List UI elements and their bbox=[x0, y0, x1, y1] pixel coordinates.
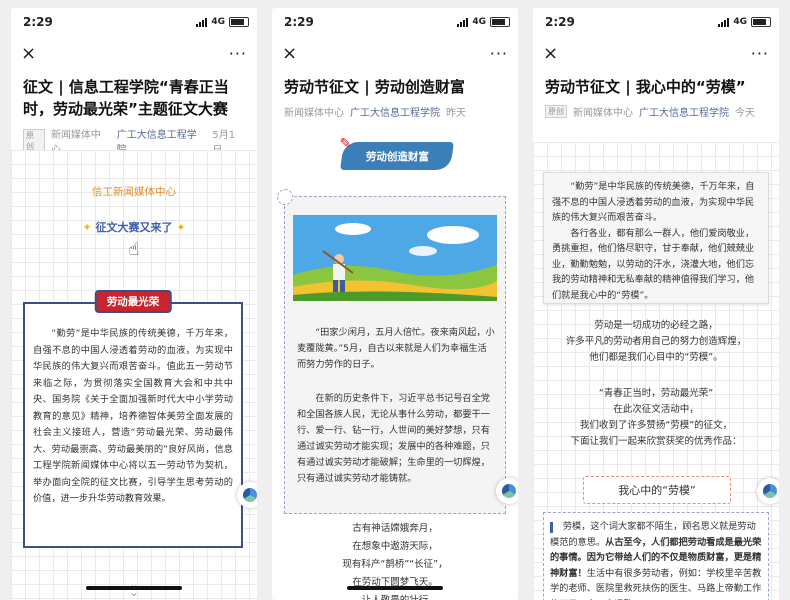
floating-assistant-button[interactable] bbox=[496, 478, 518, 504]
clap-icon: ✦ bbox=[176, 221, 186, 234]
center-line: 劳动是一切成功的必经之路， bbox=[594, 320, 718, 331]
center-line: 他们都是我们心目中的“劳模”。 bbox=[589, 352, 723, 363]
signal-icon bbox=[196, 17, 208, 27]
network-label: 4G bbox=[211, 17, 225, 27]
section-heading: 我心中的“劳模” bbox=[583, 476, 731, 504]
intro-card: “勤劳”是中华民族的传统美德，千万年来，自强不息的中国人浸透着劳动的血液，为实现… bbox=[543, 172, 769, 304]
ribbon-banner: 劳动最光荣 bbox=[96, 292, 170, 311]
home-indicator bbox=[347, 586, 443, 590]
meta-date: 今天 bbox=[735, 108, 755, 119]
meta-source: 新闻媒体中心 bbox=[284, 108, 344, 119]
banner-badge: ✎ 劳动创造财富 bbox=[340, 136, 454, 170]
brush-icon: ✎ bbox=[339, 136, 352, 152]
center-line: 在此次征文活动中， bbox=[613, 404, 699, 415]
corner-circle bbox=[277, 189, 293, 205]
floating-assistant-button[interactable] bbox=[237, 482, 257, 508]
center-line: 下面让我们一起来欣赏获奖的优秀作品： bbox=[570, 436, 742, 447]
network-label: 4G bbox=[472, 17, 486, 27]
more-icon[interactable]: ··· bbox=[490, 44, 508, 63]
status-bar: 2:29 4G bbox=[533, 8, 779, 36]
status-bar: 2:29 4G bbox=[11, 8, 257, 36]
home-indicator bbox=[86, 586, 182, 590]
signal-icon bbox=[718, 17, 730, 27]
article-frame: 劳动最光荣 “勤劳”是中华民族的传统美德，千万年来，自强不息的中国人浸透着劳动的… bbox=[23, 292, 243, 548]
center-line: “青春正当时，劳动最光荣” bbox=[598, 388, 714, 399]
battery-icon bbox=[751, 17, 771, 27]
center-line: 许多平凡的劳动者用自己的努力创造辉煌， bbox=[565, 336, 747, 347]
contest-text: 征文大赛又来了 bbox=[95, 221, 173, 234]
floating-assistant-button[interactable] bbox=[757, 478, 779, 504]
content-frame: “田家少闲月，五月人倍忙。夜来南风起，小麦覆陇黄。”5月，自古以来就是人们为幸福… bbox=[277, 189, 506, 514]
close-icon[interactable]: × bbox=[282, 43, 297, 64]
article-title: 劳动节征文 | 我心中的“劳模” bbox=[545, 78, 746, 96]
nav-bar: × ··· bbox=[11, 36, 257, 70]
poem-line: 让人敬畏的壮行 bbox=[272, 592, 518, 600]
article-content: “勤劳”是中华民族的传统美德，千万年来，自强不息的中国人浸透着劳动的血液，为实现… bbox=[533, 142, 779, 600]
close-icon[interactable]: × bbox=[21, 43, 36, 64]
phone-panel-1: 2:29 4G × ··· 征文 | 信息工程学院“青春正当时，劳动最光荣”主题… bbox=[11, 8, 257, 600]
clap-icon: ✦ bbox=[82, 221, 92, 234]
poem-line: 在想象中遨游天际， bbox=[352, 541, 438, 552]
contest-banner: ✦ 征文大赛又来了 ✦ bbox=[11, 219, 257, 235]
cursor-hand-icon: ☝ bbox=[128, 239, 140, 260]
article-meta: 新闻媒体中心 广工大信息工程学院 昨天 bbox=[272, 98, 518, 125]
center-text-1: 劳动是一切成功的必经之路， 许多平凡的劳动者用自己的努力创造辉煌， 他们都是我们… bbox=[533, 318, 779, 366]
battery-icon bbox=[490, 17, 510, 27]
article-title: 劳动节征文 | 劳动创造财富 bbox=[284, 78, 465, 96]
phone-panel-3: 2:29 4G × ··· 劳动节征文 | 我心中的“劳模” 原创 新闻媒体中心… bbox=[533, 8, 779, 600]
more-icon[interactable]: ··· bbox=[751, 44, 769, 63]
status-bar: 2:29 4G bbox=[272, 8, 518, 36]
more-icon[interactable]: ··· bbox=[229, 44, 247, 63]
network-label: 4G bbox=[733, 17, 747, 27]
intro-card-text-2: 各行各业，都有那么一群人，他们爱岗敬业，勇挑重担，他们恪尽职守，甘于奉献，他们兢… bbox=[552, 227, 755, 301]
intro-card-text-1: “勤劳”是中华民族的传统美德，千万年来，自强不息的中国人浸透着劳动的血液，为实现… bbox=[552, 181, 755, 223]
meta-source: 新闻媒体中心 bbox=[573, 108, 633, 119]
original-badge: 原创 bbox=[545, 105, 567, 118]
phone-panel-2: 2:29 4G × ··· 劳动节征文 | 劳动创造财富 新闻媒体中心 广工大信… bbox=[272, 8, 518, 600]
assistant-icon bbox=[502, 484, 516, 498]
status-time: 2:29 bbox=[545, 15, 575, 29]
signal-icon bbox=[457, 17, 469, 27]
essay-frame: 劳模，这个词大家都不陌生，顾名思义就是劳动模范的意思。从古至今，人们都把劳动看成… bbox=[543, 512, 769, 600]
article-meta: 原创 新闻媒体中心 广工大信息工程学院 今天 bbox=[533, 98, 779, 125]
ribbon-text: 劳动最光荣 bbox=[106, 296, 160, 308]
assistant-icon bbox=[243, 488, 257, 502]
harvest-illustration bbox=[293, 215, 497, 301]
intro-text: “勤劳”是中华民族的传统美德，千万年来，自强不息的中国人浸透着劳动的血液，为实现… bbox=[33, 328, 233, 504]
poem-intro-text: “田家少闲月，五月人倍忙。夜来南风起，小麦覆陇黄。”5月，自古以来就是人们为幸福… bbox=[297, 327, 495, 370]
status-time: 2:29 bbox=[23, 15, 53, 29]
banner-text: 劳动创造财富 bbox=[365, 150, 429, 163]
battery-icon bbox=[229, 17, 249, 27]
poem-line: 现有科产“鹊桥”“长征”， bbox=[342, 559, 448, 570]
account-link[interactable]: 广工大信息工程学院 bbox=[350, 104, 440, 119]
org-name: 信工新闻媒体中心 bbox=[92, 186, 176, 198]
section-heading-text: 我心中的“劳模” bbox=[618, 484, 696, 497]
assistant-icon bbox=[763, 484, 777, 498]
center-line: 我们收到了许多赞扬“劳模”的征文， bbox=[579, 420, 733, 431]
account-link[interactable]: 广工大信息工程学院 bbox=[639, 104, 729, 119]
close-icon[interactable]: × bbox=[543, 43, 558, 64]
article-title: 征文 | 信息工程学院“青春正当时，劳动最光荣”主题征文大赛 bbox=[23, 78, 229, 118]
nav-bar: × ··· bbox=[533, 36, 779, 70]
meta-date: 昨天 bbox=[446, 108, 466, 119]
center-text-2: “青春正当时，劳动最光荣” 在此次征文活动中， 我们收到了许多赞扬“劳模”的征文… bbox=[533, 386, 779, 450]
quote-bar bbox=[550, 522, 553, 533]
nav-bar: × ··· bbox=[272, 36, 518, 70]
article-content: 信工新闻媒体中心 ✦ 征文大赛又来了 ✦ ☝ 劳动最光荣 “勤劳”是中华民族的传… bbox=[11, 150, 257, 600]
paragraph-text: 在新的历史条件下，习近平总书记号召全党和全国各族人民，无论从事什么劳动，都要干一… bbox=[297, 393, 490, 484]
status-time: 2:29 bbox=[284, 15, 314, 29]
poem-line: 古有神话嫦娥奔月， bbox=[352, 523, 438, 534]
